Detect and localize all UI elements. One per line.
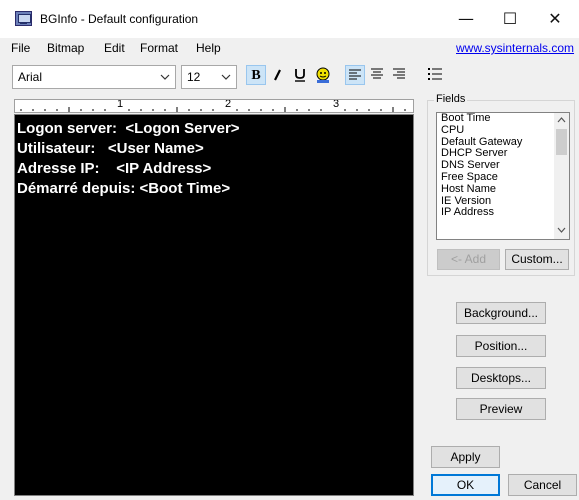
custom-field-button[interactable]: Custom... (505, 249, 569, 270)
cancel-button[interactable]: Cancel (508, 474, 577, 496)
editor-line-logon-server: Logon server: <Logon Server> (17, 120, 240, 137)
menu-edit[interactable]: Edit (104, 41, 125, 55)
underline-icon (295, 69, 305, 82)
underline-button[interactable] (290, 65, 310, 85)
title-bar: BGInfo - Default configuration — ☐ ✕ (0, 0, 579, 38)
text-editor[interactable]: Logon server: <Logon Server> Utilisateur… (14, 114, 414, 496)
bold-button[interactable]: B (246, 65, 266, 85)
editor-line-ip: Adresse IP: <IP Address> (17, 160, 212, 177)
add-field-button[interactable]: <- Add (437, 249, 500, 270)
align-right-button[interactable] (389, 65, 409, 85)
bginfo-app-icon (15, 11, 32, 26)
chevron-down-icon (160, 74, 170, 80)
font-family-value: Arial (18, 70, 43, 84)
font-family-select[interactable]: Arial (12, 65, 176, 89)
list-item[interactable]: Free Space (437, 171, 555, 184)
align-left-button[interactable] (345, 65, 365, 85)
fields-list[interactable]: Boot Time CPU Default Gateway DHCP Serve… (436, 112, 570, 240)
italic-button[interactable] (268, 65, 288, 85)
minimize-button[interactable]: — (444, 5, 488, 33)
scroll-thumb[interactable] (556, 129, 567, 155)
maximize-button[interactable]: ☐ (488, 5, 532, 33)
list-item[interactable]: IP Address (437, 207, 555, 219)
ok-button[interactable]: OK (431, 474, 500, 496)
menu-file[interactable]: File (11, 41, 30, 55)
list-item[interactable]: CPU (437, 124, 555, 137)
sysinternals-link[interactable]: www.sysinternals.com (456, 41, 574, 55)
menu-bitmap[interactable]: Bitmap (47, 41, 84, 55)
menu-bar: File Bitmap Edit Format Help www.sysinte… (0, 38, 579, 60)
scroll-up-icon[interactable] (554, 113, 569, 127)
fields-scrollbar[interactable] (554, 113, 569, 239)
insert-image-button[interactable] (313, 65, 333, 85)
align-center-icon (371, 68, 383, 79)
align-right-icon (393, 68, 405, 79)
menu-help[interactable]: Help (196, 41, 221, 55)
apply-button[interactable]: Apply (431, 446, 500, 468)
fields-items: Boot Time CPU Default Gateway DHCP Serve… (437, 113, 555, 219)
ruler-number: 1 (117, 99, 124, 110)
align-left-icon (349, 69, 361, 80)
picture-icon (316, 67, 330, 83)
font-size-value: 12 (187, 70, 201, 84)
position-button[interactable]: Position... (456, 335, 546, 357)
ruler-number: 2 (225, 99, 232, 110)
scroll-down-icon[interactable] (554, 223, 569, 237)
bullets-button[interactable] (425, 65, 445, 85)
ruler: 1 2 3 (14, 99, 414, 113)
italic-icon (274, 69, 281, 81)
ruler-ticks (20, 107, 406, 112)
close-button[interactable]: ✕ (533, 5, 577, 33)
align-center-button[interactable] (367, 65, 387, 85)
ruler-number: 3 (333, 99, 340, 110)
chevron-down-icon (221, 74, 231, 80)
preview-button[interactable]: Preview (456, 398, 546, 420)
window-title: BGInfo - Default configuration (40, 12, 199, 26)
editor-line-boot-time: Démarré depuis: <Boot Time> (17, 180, 231, 197)
desktops-button[interactable]: Desktops... (456, 367, 546, 389)
toolbar: Arial 12 B (0, 60, 579, 92)
font-size-select[interactable]: 12 (181, 65, 237, 89)
bullet-list-icon (428, 68, 442, 80)
background-button[interactable]: Background... (456, 302, 546, 324)
fields-label: Fields (434, 93, 468, 105)
list-item[interactable]: Host Name (437, 183, 555, 196)
editor-line-user: Utilisateur: <User Name> (17, 140, 204, 157)
menu-format[interactable]: Format (140, 41, 178, 55)
